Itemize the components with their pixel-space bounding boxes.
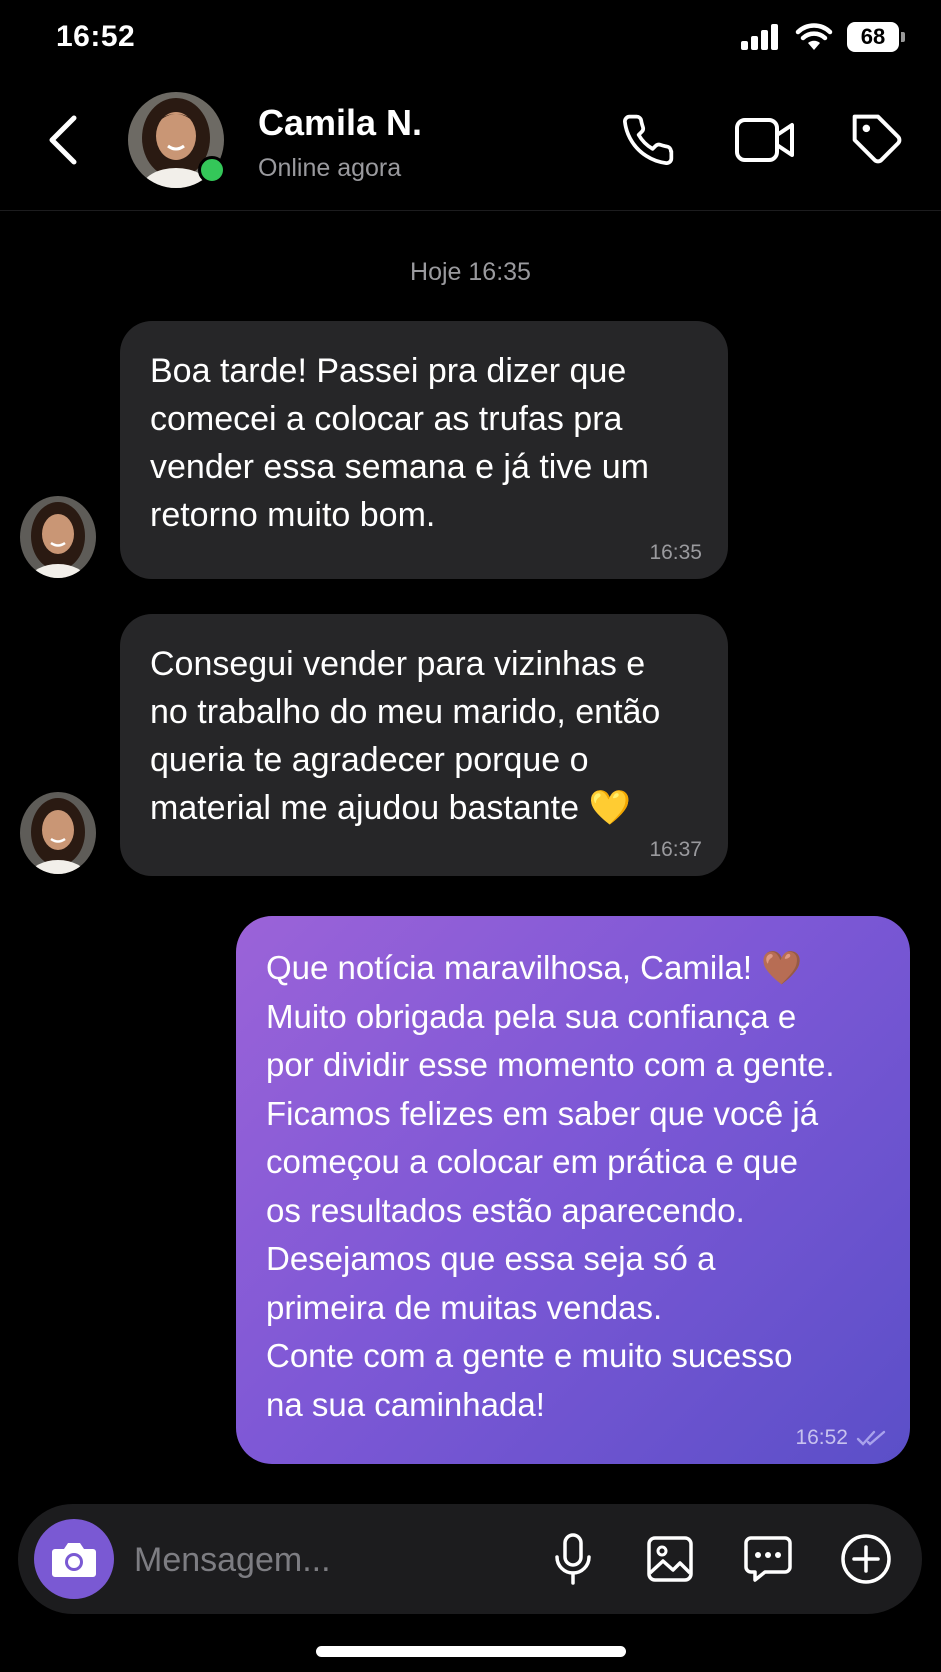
status-icons: 68 xyxy=(741,22,905,52)
message-bubble-incoming[interactable]: Consegui vender para vizinhas e no traba… xyxy=(120,614,728,876)
status-time: 16:52 xyxy=(56,20,136,53)
signal-icon xyxy=(741,24,778,50)
quick-replies-button[interactable] xyxy=(738,1529,798,1589)
status-bar: 16:52 68 xyxy=(0,0,941,80)
message-text: Que notícia maravilhosa, Camila! 🤎 Muito… xyxy=(266,949,835,1423)
tag-icon xyxy=(852,114,902,164)
message-time: 16:35 xyxy=(649,541,702,564)
plus-circle-icon xyxy=(841,1534,891,1584)
message-input[interactable] xyxy=(132,1532,496,1588)
read-checkmarks-icon xyxy=(856,1430,886,1446)
gallery-button[interactable] xyxy=(640,1529,700,1589)
message-bubble-incoming[interactable]: Boa tarde! Passei pra dizer que comecei … xyxy=(120,321,728,579)
message-avatar xyxy=(20,496,96,578)
image-icon xyxy=(647,1536,693,1582)
contact-status: Online agora xyxy=(258,154,402,182)
contact-name[interactable]: Camila N. xyxy=(258,102,422,144)
back-chevron-icon xyxy=(49,115,77,165)
chat-header: Camila N. Online agora xyxy=(0,80,941,211)
message-meta: 16:52 xyxy=(795,1426,888,1450)
video-call-button[interactable] xyxy=(733,108,797,172)
message-time: 16:52 xyxy=(795,1426,848,1449)
voice-message-button[interactable] xyxy=(543,1529,603,1589)
battery-indicator: 68 xyxy=(847,22,905,52)
microphone-icon xyxy=(555,1533,591,1585)
date-separator: Hoje 16:35 xyxy=(410,258,531,286)
chat-bubble-icon xyxy=(744,1536,792,1582)
wifi-icon xyxy=(795,23,833,50)
camera-icon xyxy=(52,1543,96,1577)
message-text: Boa tarde! Passei pra dizer que comecei … xyxy=(150,352,649,534)
voice-call-button[interactable] xyxy=(616,108,680,172)
online-indicator xyxy=(198,156,226,184)
back-button[interactable] xyxy=(38,110,88,170)
message-composer xyxy=(18,1504,922,1614)
message-text: Consegui vender para vizinhas e no traba… xyxy=(150,645,661,827)
video-camera-icon xyxy=(735,118,794,162)
home-indicator[interactable] xyxy=(316,1646,626,1657)
message-avatar xyxy=(20,792,96,874)
phone-icon xyxy=(623,114,674,165)
camera-button[interactable] xyxy=(34,1519,114,1599)
tag-button[interactable] xyxy=(846,108,910,172)
more-options-button[interactable] xyxy=(836,1529,896,1589)
message-time: 16:37 xyxy=(649,838,702,861)
message-bubble-outgoing[interactable]: Que notícia maravilhosa, Camila! 🤎 Muito… xyxy=(236,916,910,1464)
contact-avatar[interactable] xyxy=(128,92,226,188)
